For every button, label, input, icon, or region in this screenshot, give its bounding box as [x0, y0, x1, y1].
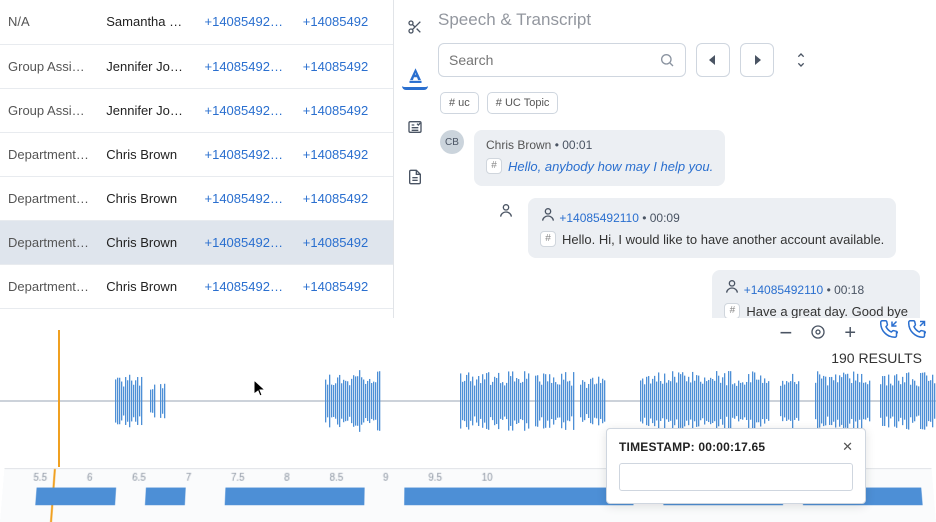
table-row[interactable]: Group Assigned Jennifer Joseph +14085492… [0, 44, 393, 88]
phone-cell[interactable]: +14085492 [295, 88, 393, 132]
phone-cell[interactable]: +14085492 [295, 44, 393, 88]
scissors-icon[interactable] [402, 14, 428, 40]
tag-chip[interactable]: # UC Topic [487, 92, 559, 114]
status-cell: Department A... [0, 220, 98, 264]
phone-cell[interactable]: +14085492110 [197, 0, 295, 44]
close-icon[interactable]: ✕ [842, 439, 853, 455]
phone-cell[interactable]: +14085492110 [197, 220, 295, 264]
scale-tick: 9 [383, 473, 389, 484]
hash-icon[interactable]: # [486, 158, 502, 174]
tag-chip[interactable]: # uc [440, 92, 479, 114]
phone-cell[interactable]: +14085492110 [197, 132, 295, 176]
phone-cell[interactable]: +14085492 [295, 176, 393, 220]
message-text: Hello. Hi, I would like to have another … [562, 231, 884, 249]
phone-cell[interactable]: +14085492 [295, 220, 393, 264]
transcript-toolbar [400, 0, 430, 190]
table-row[interactable]: Department A... Chris Brown +14085492110… [0, 132, 393, 176]
status-cell: Department A... [0, 264, 98, 308]
message: CB Chris Brown • 00:01 # Hello, anybody how… [440, 130, 920, 186]
status-cell: Group Assigned [0, 44, 98, 88]
panel-title: Speech & Transcript [438, 10, 591, 30]
message-list: CB Chris Brown • 00:01 # Hello, anybody how… [394, 124, 936, 318]
name-cell: Chris Brown [98, 176, 196, 220]
text-underline-icon[interactable] [402, 64, 428, 90]
hash-icon[interactable]: # [540, 231, 556, 247]
message-text: Have a great day. Good bye [746, 303, 908, 318]
scale-tick: 7.5 [231, 473, 245, 484]
message-header: Chris Brown • 00:01 [486, 138, 713, 152]
name-cell: Jennifer Joseph [98, 44, 196, 88]
call-in-icon[interactable] [880, 320, 898, 341]
table-row[interactable]: Department A... Chris Brown +14085492110… [0, 176, 393, 220]
person-icon [494, 198, 518, 222]
zoom-in-icon[interactable]: + [844, 322, 856, 345]
name-cell: Samantha Blum [98, 0, 196, 44]
table-row[interactable]: Department A... Chris Brown +14085492110… [0, 264, 393, 308]
phone-cell[interactable]: +14085492110 [197, 264, 295, 308]
name-cell: Chris Brown [98, 220, 196, 264]
expand-icon[interactable] [784, 43, 818, 77]
status-cell: N/A [0, 0, 98, 44]
scale-tick: 8.5 [329, 473, 343, 484]
scale-tick: 10 [482, 473, 493, 484]
scale-tick: 9.5 [428, 473, 442, 484]
table-row[interactable]: Group Assigned Jennifer Joseph +14085492… [0, 88, 393, 132]
checklist-icon[interactable] [402, 114, 428, 140]
phone-cell[interactable]: +14085492 [295, 0, 393, 44]
search-icon [659, 52, 675, 68]
popup-label: TIMESTAMP: 00:00:17.65 [619, 440, 765, 454]
scale-tick: 5.5 [33, 473, 48, 484]
name-cell: Chris Brown [98, 264, 196, 308]
next-button[interactable] [740, 43, 774, 77]
phone-cell[interactable]: +14085492110 [197, 176, 295, 220]
message-header: +14085492110 • 00:18 [724, 278, 908, 297]
scale-tick: 6 [86, 473, 92, 484]
search-field[interactable] [438, 43, 686, 77]
message: +14085492110 • 00:18 # Have a great day. G… [494, 270, 920, 318]
message-header: +14085492110 • 00:09 [540, 206, 884, 225]
center-icon[interactable] [810, 324, 826, 343]
hash-icon[interactable]: # [724, 303, 740, 318]
results-count: 190 RESULTS [827, 348, 926, 368]
document-icon[interactable] [402, 164, 428, 190]
transcript-panel: Speech & Transcript # uc # UC Topic CB Chr… [394, 0, 936, 318]
scale-tick: 6.5 [132, 473, 146, 484]
zoom-out-icon[interactable]: − [779, 320, 792, 346]
timestamp-input[interactable] [619, 463, 853, 491]
name-cell: Jennifer Joseph [98, 88, 196, 132]
prev-button[interactable] [696, 43, 730, 77]
scale-tick: 7 [185, 473, 191, 484]
search-input[interactable] [449, 52, 659, 68]
status-cell: Department A... [0, 132, 98, 176]
playhead[interactable] [58, 330, 60, 467]
message: +14085492110 • 00:09 # Hello. Hi, I would … [494, 198, 920, 259]
table-row[interactable]: N/A Samantha Blum +14085492110 +14085492 [0, 0, 393, 44]
timestamp-popup: TIMESTAMP: 00:00:17.65 ✕ [606, 428, 866, 504]
phone-cell[interactable]: +14085492 [295, 264, 393, 308]
call-out-icon[interactable] [908, 320, 926, 341]
status-cell: Group Assigned [0, 88, 98, 132]
phone-cell[interactable]: +14085492110 [197, 44, 295, 88]
avatar: CB [440, 130, 464, 154]
phone-cell[interactable]: +14085492 [295, 132, 393, 176]
phone-cell[interactable]: +14085492110 [197, 88, 295, 132]
status-cell: Department A... [0, 176, 98, 220]
scale-tick: 8 [284, 473, 290, 484]
name-cell: Chris Brown [98, 132, 196, 176]
table-row[interactable]: Department A... Chris Brown +14085492110… [0, 220, 393, 264]
message-text: Hello, anybody how may I help you. [508, 158, 713, 176]
call-table: N/A Samantha Blum +14085492110 +14085492… [0, 0, 394, 318]
